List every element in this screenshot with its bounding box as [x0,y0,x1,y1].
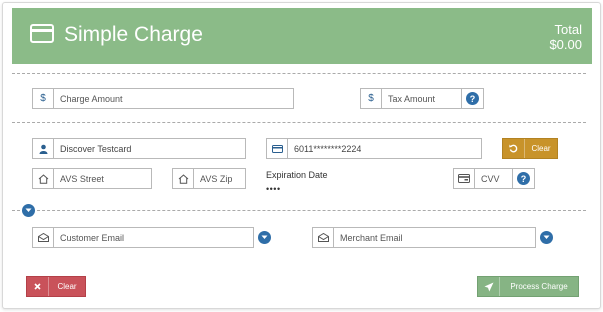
cvv-help-button[interactable]: ? [512,169,534,188]
avs-zip-input[interactable]: AVS Zip [172,168,246,189]
divider [12,73,586,74]
expiration-value[interactable]: •••• [266,184,281,194]
customer-email-input[interactable]: Customer Email [32,227,254,248]
card-number-field[interactable]: 6011********2224 [266,138,482,159]
header-bar: Simple Charge Total $0.00 [12,8,592,64]
help-icon: ? [517,172,530,185]
tax-amount-placeholder: Tax Amount [388,93,436,104]
clear-form-label: Clear [57,282,77,291]
help-icon: ? [466,92,479,105]
total-value: $0.00 [549,37,582,52]
tax-amount-input[interactable]: $ Tax Amount ? [360,88,484,109]
clear-form-button[interactable]: Clear [26,276,86,297]
credit-card-icon [30,24,54,43]
cardholder-name-value: Discover Testcard [60,143,132,154]
page-title: Simple Charge [64,23,203,46]
collapse-toggle-chevron-down-icon[interactable] [22,204,35,217]
charge-amount-input[interactable]: $ Charge Amount [32,88,294,109]
avs-street-input[interactable]: AVS Street [32,168,152,189]
tax-help-button[interactable]: ? [461,89,483,108]
avs-zip-placeholder: AVS Zip [200,173,233,184]
merchant-email-input[interactable]: Merchant Email [312,227,536,248]
total-label: Total [554,22,582,37]
clear-card-label: Clear [531,144,551,153]
charge-amount-placeholder: Charge Amount [60,93,123,104]
merchant-email-placeholder: Merchant Email [340,232,403,243]
send-icon [478,277,500,296]
credit-card-icon [267,139,288,158]
clear-card-button[interactable]: Clear [502,138,558,159]
envelope-icon [33,228,54,247]
avs-street-placeholder: AVS Street [60,173,104,184]
process-charge-label: Process Charge [510,282,568,291]
user-icon [33,139,54,158]
divider [12,210,586,211]
close-icon [27,277,49,296]
expiration-label: Expiration Date [266,170,328,180]
home-icon [173,169,194,188]
cvv-placeholder: CVV [481,173,500,184]
process-charge-button[interactable]: Process Charge [477,276,579,297]
customer-email-chevron-down-icon[interactable] [258,231,271,244]
dollar-icon: $ [361,89,382,108]
envelope-icon [313,228,334,247]
home-icon [33,169,54,188]
cardholder-name-field[interactable]: Discover Testcard [32,138,246,159]
divider [12,122,586,123]
card-number-value: 6011********2224 [294,143,362,154]
card-back-icon [454,169,475,188]
cvv-input[interactable]: CVV ? [453,168,535,189]
dollar-icon: $ [33,89,54,108]
merchant-email-chevron-down-icon[interactable] [540,231,553,244]
undo-icon [503,139,525,158]
customer-email-placeholder: Customer Email [60,232,125,243]
